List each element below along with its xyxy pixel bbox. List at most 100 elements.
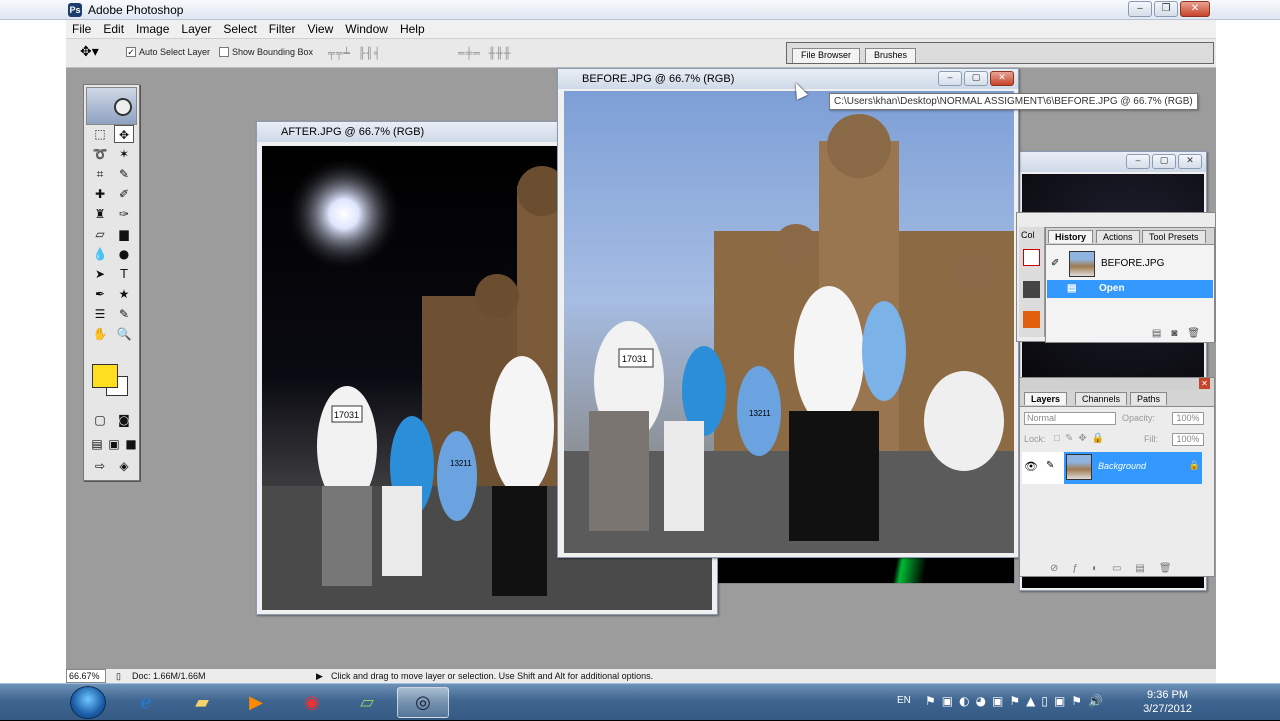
tab-tool-presets[interactable]: Tool Presets <box>1142 230 1206 243</box>
before-minimize-button[interactable]: ‒ <box>938 71 962 86</box>
imageready-icon[interactable]: ◈ <box>114 457 134 475</box>
tab-paths[interactable]: Paths <box>1130 392 1168 405</box>
back-minimize-button[interactable]: ‒ <box>1126 154 1150 169</box>
language-indicator[interactable]: EN <box>897 695 911 706</box>
gradient-tool-icon[interactable]: ▆ <box>114 225 134 243</box>
file-explorer-icon[interactable]: ▰ <box>176 687 228 718</box>
standard-mode-icon[interactable]: ▢ <box>90 411 110 429</box>
menu-filter[interactable]: Filter <box>263 22 302 36</box>
history-snapshot-row[interactable]: ✐ BEFORE.JPG <box>1047 250 1213 278</box>
history-tabs: History Actions Tool Presets <box>1046 228 1214 245</box>
history-brush-source-icon[interactable]: ✐ <box>1051 258 1059 269</box>
jump-to-buttons: ⇨ ◈ <box>90 457 136 475</box>
tray-icons[interactable]: ⚑▣◐◕▣⚑▲▯▣⚑🔊 <box>925 694 1109 708</box>
screen-mode-standard-icon[interactable]: ▤ <box>90 435 104 453</box>
history-step-open[interactable]: ▤ Open <box>1047 280 1213 298</box>
chrome-icon[interactable]: ◉ <box>286 687 338 718</box>
menu-view[interactable]: View <box>301 22 339 36</box>
lasso-tool-icon[interactable]: ➰ <box>90 145 110 163</box>
menu-select[interactable]: Select <box>217 22 262 36</box>
status-arrow-icon[interactable]: ▶ <box>316 671 323 682</box>
layer-link-brush-icon[interactable]: ✎ <box>1046 460 1054 471</box>
eraser-tool-icon[interactable]: ▱ <box>90 225 110 243</box>
move-tool-preset-icon[interactable]: ✥▾ <box>80 44 99 60</box>
align-buttons[interactable]: ╤╤┷ ╟╢╡ <box>328 47 381 60</box>
snapshot-name: BEFORE.JPG <box>1101 258 1165 269</box>
before-close-button[interactable]: ✕ <box>990 71 1014 86</box>
tab-history[interactable]: History <box>1048 230 1094 243</box>
show-bounding-box-checkbox[interactable]: Show Bounding Box <box>219 47 313 57</box>
before-maximize-button[interactable]: ▢ <box>964 71 988 86</box>
screen-mode-full-icon[interactable]: ■ <box>124 435 138 453</box>
eyedropper-tool-icon[interactable]: ✎ <box>114 305 134 323</box>
lock-buttons[interactable]: □✎✥🔒 <box>1054 433 1109 444</box>
maximize-button[interactable]: ❐ <box>1154 1 1178 17</box>
tab-file-browser[interactable]: File Browser <box>792 48 861 63</box>
back-maximize-button[interactable]: ▢ <box>1152 154 1176 169</box>
before-bib-17031: 17031 <box>622 354 647 364</box>
dodge-tool-icon[interactable]: ● <box>114 245 134 263</box>
marquee-tool-icon[interactable]: ⬚ <box>90 125 110 143</box>
slice-tool-icon[interactable]: ✎ <box>114 165 134 183</box>
layer-visibility-eye-icon[interactable]: 👁 <box>1024 460 1038 473</box>
no-color-swatch[interactable] <box>1023 249 1040 266</box>
jump-to-imageready-icon[interactable]: ⇨ <box>90 457 110 475</box>
custom-shape-tool-icon[interactable]: ★ <box>114 285 134 303</box>
pen-tool-icon[interactable]: ✒ <box>90 285 110 303</box>
tab-color[interactable]: Col <box>1021 230 1035 240</box>
menu-bar: File Edit Image Layer Select Filter View… <box>66 20 1216 39</box>
notes-app-icon[interactable]: ▱ <box>341 687 393 718</box>
blend-mode-select[interactable]: Normal <box>1024 412 1116 425</box>
type-tool-icon[interactable]: T <box>114 265 134 283</box>
magic-wand-tool-icon[interactable]: ✶ <box>114 145 134 163</box>
internet-explorer-icon[interactable]: ℯ <box>120 687 172 718</box>
distribute-buttons[interactable]: ═╪═ ╫╫╫ <box>458 47 511 60</box>
before-document-window[interactable]: BEFORE.JPG @ 66.7% (RGB) ‒ ▢ ✕ 17031 132… <box>557 68 1019 558</box>
clock[interactable]: 9:36 PM 3/27/2012 <box>1143 688 1192 716</box>
menu-edit[interactable]: Edit <box>97 22 130 36</box>
menu-help[interactable]: Help <box>394 22 431 36</box>
photoshop-taskbar-icon[interactable]: ◎ <box>397 687 449 718</box>
menu-file[interactable]: File <box>66 22 97 36</box>
move-tool-icon[interactable]: ✥ <box>114 125 134 143</box>
close-button[interactable]: ✕ <box>1180 1 1210 17</box>
back-close-button[interactable]: ✕ <box>1178 154 1202 169</box>
tab-layers[interactable]: Layers <box>1024 392 1068 405</box>
fill-field[interactable]: 100% <box>1172 433 1204 446</box>
start-button[interactable] <box>70 686 106 719</box>
photoshop-window: Ps Adobe Photoshop ‒ ❐ ✕ File Edit Image… <box>0 0 1280 720</box>
clone-stamp-tool-icon[interactable]: ♜ <box>90 205 110 223</box>
notes-tool-icon[interactable]: ☰ <box>90 305 110 323</box>
foreground-color-swatch[interactable] <box>92 364 118 388</box>
healing-brush-tool-icon[interactable]: ✚ <box>90 185 110 203</box>
minimize-button[interactable]: ‒ <box>1128 1 1152 17</box>
path-selection-tool-icon[interactable]: ➤ <box>90 265 110 283</box>
toolbox-header <box>86 87 137 125</box>
screen-mode-full-menu-icon[interactable]: ▣ <box>107 435 121 453</box>
media-player-icon[interactable]: ▶ <box>230 687 282 718</box>
taskbar: ℯ ▰ ▶ ◉ ▱ ◎ EN ⚑▣◐◕▣⚑▲▯▣⚑🔊 9:36 PM 3/27/… <box>0 683 1280 720</box>
orange-swatch[interactable] <box>1023 311 1040 328</box>
opacity-field[interactable]: 100% <box>1172 412 1204 425</box>
brush-tool-icon[interactable]: ✐ <box>114 185 134 203</box>
menu-window[interactable]: Window <box>339 22 394 36</box>
layers-footer-buttons[interactable]: ⊘ƒ◐▭▤🗑 <box>1050 563 1186 574</box>
auto-select-layer-checkbox[interactable]: ✓ Auto Select Layer <box>126 47 210 57</box>
dark-swatch[interactable] <box>1023 281 1040 298</box>
history-brush-tool-icon[interactable]: ✑ <box>114 205 134 223</box>
blur-tool-icon[interactable]: 💧 <box>90 245 110 263</box>
zoom-tool-icon[interactable]: 🔍 <box>114 325 134 343</box>
tab-brushes[interactable]: Brushes <box>865 48 917 63</box>
hand-tool-icon[interactable]: ✋ <box>90 325 110 343</box>
layer-row-background[interactable]: 👁 ✎ Background 🔒 <box>1022 452 1202 484</box>
zoom-level-field[interactable]: 66.67% <box>66 669 106 683</box>
status-hint: Click and drag to move layer or selectio… <box>331 671 654 681</box>
crop-tool-icon[interactable]: ⌗ <box>90 165 110 183</box>
history-footer-buttons[interactable]: ▤◙🗑 <box>1152 328 1210 339</box>
layers-close-icon[interactable]: ✕ <box>1199 378 1210 389</box>
tab-channels[interactable]: Channels <box>1075 392 1128 405</box>
menu-layer[interactable]: Layer <box>175 22 217 36</box>
tab-actions[interactable]: Actions <box>1096 230 1140 243</box>
quick-mask-mode-icon[interactable]: ◙ <box>114 411 134 429</box>
menu-image[interactable]: Image <box>130 22 175 36</box>
